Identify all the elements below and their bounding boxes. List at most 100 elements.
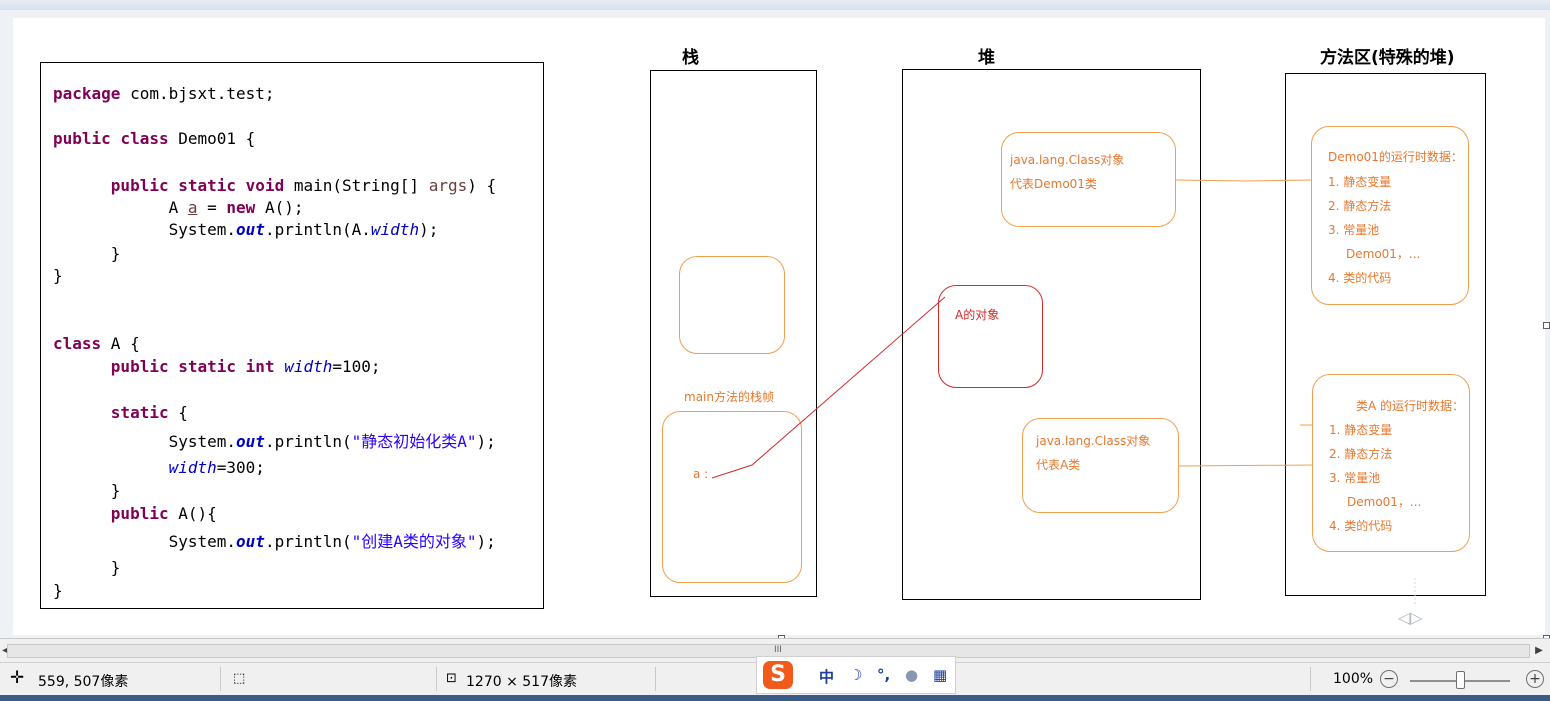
code-token: A { [101,334,140,353]
class-object-demo01-line1: java.lang.Class对象 [1010,153,1125,167]
code-token: ); [419,220,439,239]
code-token: new [226,198,256,217]
zoom-out-button[interactable]: − [1380,670,1398,688]
code-line: } [53,581,63,601]
demo01-runtime-item: 2. 静态方法 [1328,199,1392,213]
code-token: ); [476,532,496,551]
punctuation-icon[interactable]: °, [877,666,890,684]
classA-runtime-title: 类A 的运行时数据： [1356,399,1465,413]
a-object-label: A的对象 [955,308,1000,322]
classA-runtime-item: Demo01，... [1347,495,1422,509]
code-token: com.bjsxt.test; [120,84,275,103]
sogou-logo-icon[interactable]: S [763,661,793,689]
scroll-right-icon[interactable]: ▶ [1533,643,1545,659]
code-token: static [178,357,237,376]
image-size-icon: ⊡ [446,671,457,686]
code-token: public [110,357,169,376]
code-token: main(String[] [284,176,429,195]
code-token: static [110,403,169,422]
code-token: { [168,403,188,422]
code-line: package com.bjsxt.test; [53,84,275,104]
code-line: public class Demo01 { [53,129,255,149]
grid-icon[interactable]: ▦ [933,666,947,684]
code-line: System.out.println(A.width); [53,220,439,240]
code-line: System.out.println("创建A类的对象"); [53,532,496,552]
zoom-level: 100% [1333,671,1374,687]
cursor-position-icon: ✛ [10,668,25,688]
code-token: int [245,357,275,376]
code-token: } [53,581,63,600]
demo01-runtime-item: 3. 常量池 [1328,223,1380,237]
main-frame-label: main方法的栈帧 [684,390,774,404]
code-token: } [53,244,121,263]
class-object-demo01: java.lang.Class对象 代表Demo01类 [1001,132,1176,227]
code-token: Demo01 { [168,129,256,148]
zoom-in-button[interactable]: + [1526,670,1544,688]
class-object-demo01-line2: 代表Demo01类 [1010,177,1097,191]
code-token: a [187,198,198,217]
code-token: class [120,129,169,148]
ime-toolbar[interactable]: S 中 ☽ °, ● ▦ [756,656,956,694]
code-line: width=300; [53,458,265,478]
demo01-runtime-item: 1. 静态变量 [1328,175,1392,189]
code-token: "创建A类的对象" [351,532,477,551]
code-token: =100; [332,357,381,376]
code-token: out [236,532,265,551]
code-token: A [53,198,188,217]
demo01-runtime-item: 4. 类的代码 [1328,271,1392,285]
code-token: .println( [264,432,352,451]
classA-runtime-item: 3. 常量池 [1329,471,1381,485]
code-line: } [53,558,121,578]
code-token: =300; [216,458,265,477]
classA-runtime-item: 2. 静态方法 [1329,447,1393,461]
taskbar [0,695,1550,701]
code-line: static { [53,403,188,423]
slide-nav-arrows-icon[interactable]: ◁▷ [1398,608,1423,627]
code-line: System.out.println("静态初始化类A"); [53,432,496,452]
code-token: } [53,558,121,577]
ime-mode-button[interactable]: 中 [819,666,834,687]
scroll-grip-icon[interactable]: III [774,645,782,655]
cursor-position: 559, 507像素 [38,674,129,690]
moon-icon[interactable]: ☽ [849,666,862,684]
class-object-a-line2: 代表A类 [1036,458,1081,472]
stack-title: 栈 [682,48,699,68]
code-token: System. [53,220,237,239]
code-token: System. [53,432,237,451]
code-line: public static int width=100; [53,357,381,377]
code-line: class A { [53,334,140,354]
resize-handle-right[interactable] [1543,322,1550,329]
var-a-label: a : [693,467,709,481]
code-line: A a = new A(); [53,198,304,218]
main-stack-frame [662,411,802,583]
code-token: = [197,198,227,217]
method-area-title: 方法区(特殊的堆) [1320,48,1455,68]
classA-runtime-item: 4. 类的代码 [1329,519,1393,533]
code-token: A(){ [168,504,217,523]
code-token: ); [476,432,496,451]
demo01-runtime-item: Demo01，... [1346,247,1421,261]
selection-size-icon: ⬚ [233,671,246,686]
demo01-runtime-title: Demo01的运行时数据： [1328,150,1463,164]
zoom-slider-thumb[interactable] [1456,671,1465,689]
code-token: package [53,84,121,103]
code-token: System. [53,532,237,551]
user-icon[interactable]: ● [905,666,918,684]
code-token: public [110,176,169,195]
code-token: class [53,334,102,353]
code-token: out [236,432,265,451]
code-token: width [284,357,333,376]
stack-frame-empty [679,256,785,354]
code-token: args [428,176,468,195]
code-token: "静态初始化类A" [351,432,477,451]
heap-title: 堆 [978,48,995,68]
